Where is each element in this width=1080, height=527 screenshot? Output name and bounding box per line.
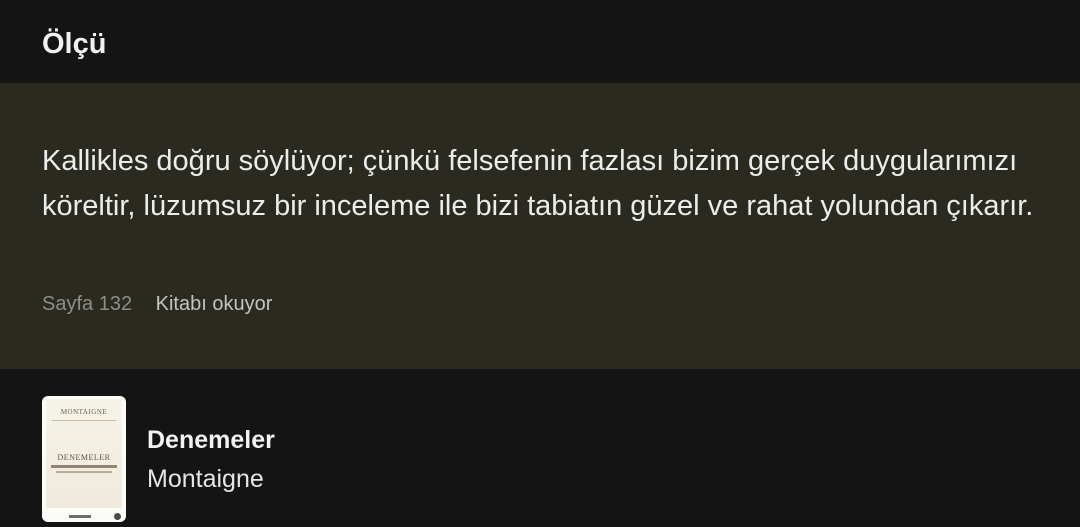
cover-title-text: DENEMELER — [57, 453, 111, 462]
top-bar: Ölçü — [0, 0, 1080, 83]
book-author[interactable]: Montaigne — [147, 464, 264, 494]
cover-art: MONTAIGNE DENEMELER — [46, 399, 122, 508]
book-item[interactable]: MONTAIGNE DENEMELER Denemeler Montaigne — [0, 369, 1080, 527]
cover-band — [51, 465, 117, 468]
reading-book-link[interactable]: Kitabı okuyor — [156, 293, 273, 315]
quote-meta: Sayfa 132 Kitabı okuyor — [42, 291, 272, 317]
page-title: Ölçü — [42, 28, 107, 60]
book-cover[interactable]: MONTAIGNE DENEMELER — [42, 396, 126, 522]
book-title[interactable]: Denemeler — [147, 425, 275, 455]
cover-subtitle-band — [56, 471, 112, 473]
quote-text: Kallikles doğru söylüyor; çünkü felsefen… — [42, 145, 1034, 222]
publisher-logo-icon — [69, 515, 91, 518]
page-reference: Sayfa 132 — [42, 293, 133, 315]
quote-card[interactable]: Kallikles doğru söylüyor; çünkü felsefen… — [0, 83, 1080, 369]
cover-author-text: MONTAIGNE — [60, 408, 108, 416]
cover-divider — [52, 420, 116, 421]
cover-badge-icon — [114, 513, 121, 520]
